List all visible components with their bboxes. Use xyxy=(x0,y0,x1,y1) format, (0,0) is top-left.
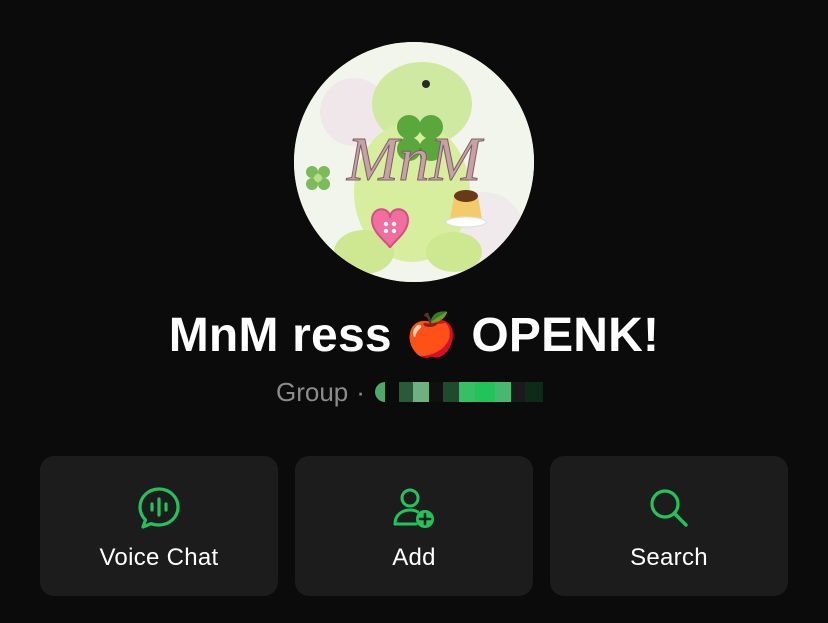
group-name: MnM ress 🍎 OPENK! xyxy=(0,308,828,363)
apple-emoji: 🍎 xyxy=(405,310,458,359)
group-actions: Voice Chat Add Search xyxy=(40,456,788,596)
search-label: Search xyxy=(630,544,708,571)
group-name-text: MnM ress xyxy=(168,309,392,362)
group-name-suffix: OPENK! xyxy=(471,309,660,362)
voice-chat-button[interactable]: Voice Chat xyxy=(40,456,278,596)
voice-chat-label: Voice Chat xyxy=(99,544,219,571)
search-icon xyxy=(645,484,693,532)
group-info-screen: MnM MnM ress 🍎 OPENK! Group · Voice Chat… xyxy=(0,0,828,623)
redacted-member-info xyxy=(374,382,543,402)
add-member-button[interactable]: Add xyxy=(295,456,533,596)
avatar-logo-text: MnM xyxy=(346,126,485,194)
subtitle-separator: · xyxy=(356,376,365,407)
add-label: Add xyxy=(392,544,436,571)
group-kind-label: Group xyxy=(276,376,349,407)
avatar-logo-image: MnM xyxy=(294,42,534,282)
add-person-icon xyxy=(390,484,438,532)
search-button[interactable]: Search xyxy=(550,456,788,596)
voice-chat-icon xyxy=(135,484,183,532)
group-subtitle: Group · xyxy=(276,376,543,408)
group-avatar[interactable]: MnM xyxy=(294,42,534,282)
